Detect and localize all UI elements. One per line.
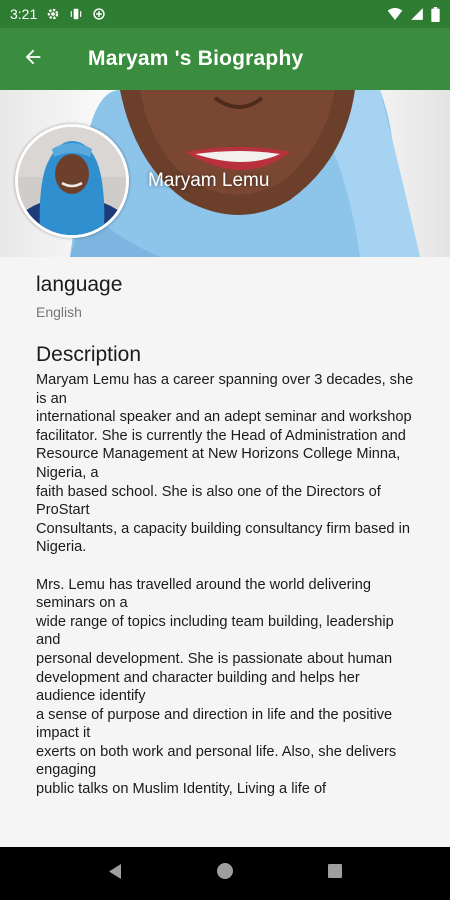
status-bar: 3:21 [0, 0, 450, 28]
language-value: English [36, 304, 82, 320]
signal-icon [410, 7, 424, 21]
description-heading: Description [36, 343, 142, 366]
arrow-left-icon [22, 46, 44, 73]
vibrate-icon [69, 7, 83, 21]
header-name: Maryam Lemu [148, 170, 270, 191]
status-time: 3:21 [10, 6, 38, 22]
avatar-photo [18, 127, 126, 235]
nav-back-button[interactable] [91, 850, 139, 898]
recents-square-icon [327, 863, 343, 884]
biography-content[interactable]: language English Description Maryam Lemu… [0, 257, 450, 847]
wifi-icon [387, 7, 403, 21]
gear-icon [46, 7, 60, 21]
nav-recents-button[interactable] [311, 850, 359, 898]
data-saver-icon [92, 7, 106, 21]
page-title: Maryam 's Biography [88, 47, 304, 70]
avatar[interactable] [15, 124, 129, 238]
description-text: Maryam Lemu has a career spanning over 3… [36, 372, 414, 798]
back-triangle-icon [107, 863, 123, 885]
nav-home-button[interactable] [201, 850, 249, 898]
app-bar: Maryam 's Biography [0, 28, 450, 90]
header-banner-image: Maryam Lemu [0, 90, 450, 257]
battery-icon [431, 6, 440, 22]
home-circle-icon [216, 862, 234, 885]
system-nav-bar [0, 847, 450, 900]
language-heading: language [36, 273, 123, 296]
back-button[interactable] [9, 35, 57, 83]
